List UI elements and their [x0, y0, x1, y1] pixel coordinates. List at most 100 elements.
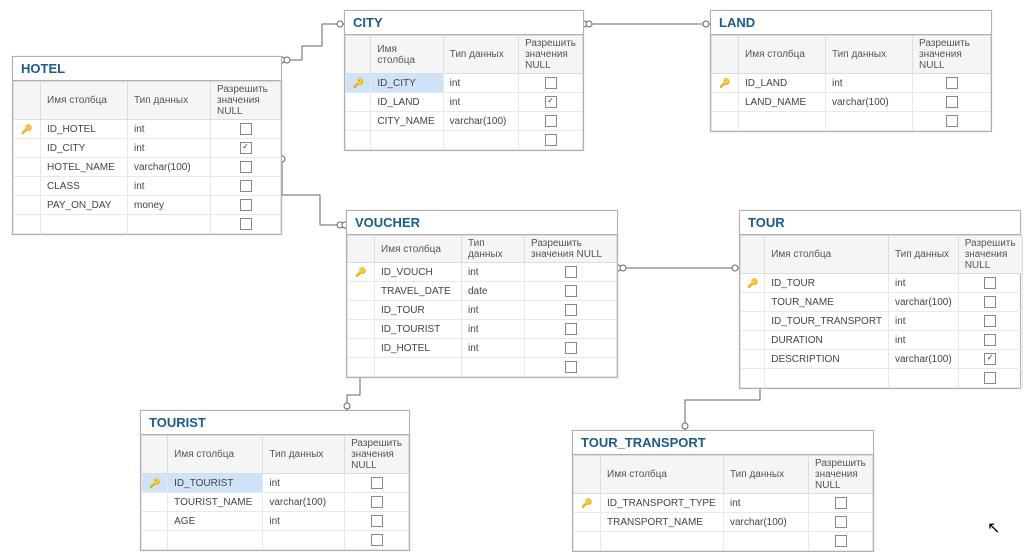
column-name[interactable]: ID_TOUR [375, 301, 462, 320]
column-name[interactable]: TRANSPORT_NAME [601, 513, 724, 532]
checkbox-icon[interactable] [371, 477, 383, 489]
checkbox-icon[interactable] [240, 199, 252, 211]
checkbox-icon[interactable] [984, 315, 996, 327]
allow-null-cell[interactable] [211, 215, 281, 234]
allow-null-cell[interactable] [525, 282, 617, 301]
column-name[interactable]: ID_TOUR_TRANSPORT [765, 312, 889, 331]
table-row[interactable]: PAY_ON_DAYmoney [14, 196, 281, 215]
checkbox-icon[interactable] [371, 515, 383, 527]
allow-null-cell[interactable] [809, 494, 873, 513]
allow-null-cell[interactable] [345, 474, 409, 493]
allow-null-cell[interactable] [519, 131, 583, 150]
allow-null-cell[interactable] [958, 293, 1022, 312]
column-type[interactable]: int [443, 74, 518, 93]
table-row[interactable] [14, 215, 281, 234]
column-name[interactable]: CLASS [41, 177, 128, 196]
checkbox-icon[interactable] [984, 334, 996, 346]
column-name[interactable]: ID_CITY [371, 74, 443, 93]
column-name[interactable]: DURATION [765, 331, 889, 350]
column-type[interactable]: int [888, 312, 958, 331]
checkbox-icon[interactable] [371, 534, 383, 546]
column-type[interactable]: int [462, 320, 525, 339]
column-type[interactable] [724, 532, 809, 551]
column-name[interactable]: ID_VOUCH [375, 263, 462, 282]
column-type[interactable]: varchar(100) [263, 493, 345, 512]
column-name[interactable]: ID_TOURIST [375, 320, 462, 339]
column-type[interactable]: int [443, 93, 518, 112]
table-row[interactable]: TRAVEL_DATEdate [348, 282, 617, 301]
table-city[interactable]: CITYИмя столбцаТип данныхРазрешить значе… [344, 10, 584, 151]
checkbox-icon[interactable] [984, 353, 996, 365]
allow-null-cell[interactable] [211, 177, 281, 196]
column-name[interactable] [371, 131, 443, 150]
table-row[interactable] [346, 131, 583, 150]
column-name[interactable]: TRAVEL_DATE [375, 282, 462, 301]
table-tourist[interactable]: TOURISTИмя столбцаТип данныхРазрешить зн… [140, 410, 410, 551]
table-row[interactable]: TOURIST_NAMEvarchar(100) [142, 493, 409, 512]
column-type[interactable] [462, 358, 525, 377]
table-row[interactable]: LAND_NAMEvarchar(100) [712, 93, 991, 112]
table-row[interactable]: 🔑ID_TOURint [741, 274, 1023, 293]
column-type[interactable] [263, 531, 345, 550]
checkbox-icon[interactable] [984, 372, 996, 384]
column-name[interactable]: ID_LAND [739, 74, 826, 93]
checkbox-icon[interactable] [946, 115, 958, 127]
table-row[interactable] [142, 531, 409, 550]
table-row[interactable]: TRANSPORT_NAMEvarchar(100) [574, 513, 873, 532]
checkbox-icon[interactable] [545, 96, 557, 108]
table-row[interactable]: 🔑ID_TRANSPORT_TYPEint [574, 494, 873, 513]
allow-null-cell[interactable] [345, 531, 409, 550]
table-row[interactable]: DESCRIPTIONvarchar(100) [741, 350, 1023, 369]
allow-null-cell[interactable] [211, 139, 281, 158]
column-type[interactable]: int [263, 512, 345, 531]
table-row[interactable]: CITY_NAMEvarchar(100) [346, 112, 583, 131]
column-type[interactable]: int [263, 474, 345, 493]
column-type[interactable] [443, 131, 518, 150]
checkbox-icon[interactable] [545, 134, 557, 146]
checkbox-icon[interactable] [371, 496, 383, 508]
column-type[interactable] [826, 112, 913, 131]
table-row[interactable]: ID_TOUR_TRANSPORTint [741, 312, 1023, 331]
allow-null-cell[interactable] [519, 93, 583, 112]
table-row[interactable] [574, 532, 873, 551]
checkbox-icon[interactable] [565, 342, 577, 354]
checkbox-icon[interactable] [984, 277, 996, 289]
checkbox-icon[interactable] [240, 142, 252, 154]
table-row[interactable]: ID_CITYint [14, 139, 281, 158]
column-name[interactable]: LAND_NAME [739, 93, 826, 112]
checkbox-icon[interactable] [835, 535, 847, 547]
table-row[interactable]: TOUR_NAMEvarchar(100) [741, 293, 1023, 312]
allow-null-cell[interactable] [525, 358, 617, 377]
allow-null-cell[interactable] [809, 532, 873, 551]
column-type[interactable]: int [128, 177, 211, 196]
column-name[interactable]: CITY_NAME [371, 112, 443, 131]
column-type[interactable]: int [888, 274, 958, 293]
allow-null-cell[interactable] [809, 513, 873, 532]
column-name[interactable]: HOTEL_NAME [41, 158, 128, 177]
column-name[interactable]: TOUR_NAME [765, 293, 889, 312]
checkbox-icon[interactable] [565, 323, 577, 335]
column-type[interactable]: int [128, 120, 211, 139]
column-name[interactable] [41, 215, 128, 234]
allow-null-cell[interactable] [958, 312, 1022, 331]
column-name[interactable]: TOURIST_NAME [168, 493, 263, 512]
table-row[interactable]: CLASSint [14, 177, 281, 196]
column-name[interactable]: ID_HOTEL [375, 339, 462, 358]
checkbox-icon[interactable] [835, 497, 847, 509]
column-name[interactable] [168, 531, 263, 550]
allow-null-cell[interactable] [345, 493, 409, 512]
table-row[interactable]: DURATIONint [741, 331, 1023, 350]
allow-null-cell[interactable] [211, 158, 281, 177]
allow-null-cell[interactable] [525, 339, 617, 358]
column-type[interactable]: varchar(100) [888, 293, 958, 312]
table-row[interactable]: ID_HOTELint [348, 339, 617, 358]
allow-null-cell[interactable] [525, 320, 617, 339]
diagram-canvas[interactable]: HOTELИмя столбцаТип данныхРазрешить знач… [0, 0, 1026, 542]
table-hotel[interactable]: HOTELИмя столбцаТип данныхРазрешить знач… [12, 56, 282, 235]
table-row[interactable]: ID_TOURint [348, 301, 617, 320]
allow-null-cell[interactable] [211, 120, 281, 139]
checkbox-icon[interactable] [946, 96, 958, 108]
column-type[interactable]: int [826, 74, 913, 93]
checkbox-icon[interactable] [565, 361, 577, 373]
column-name[interactable]: ID_TOUR [765, 274, 889, 293]
